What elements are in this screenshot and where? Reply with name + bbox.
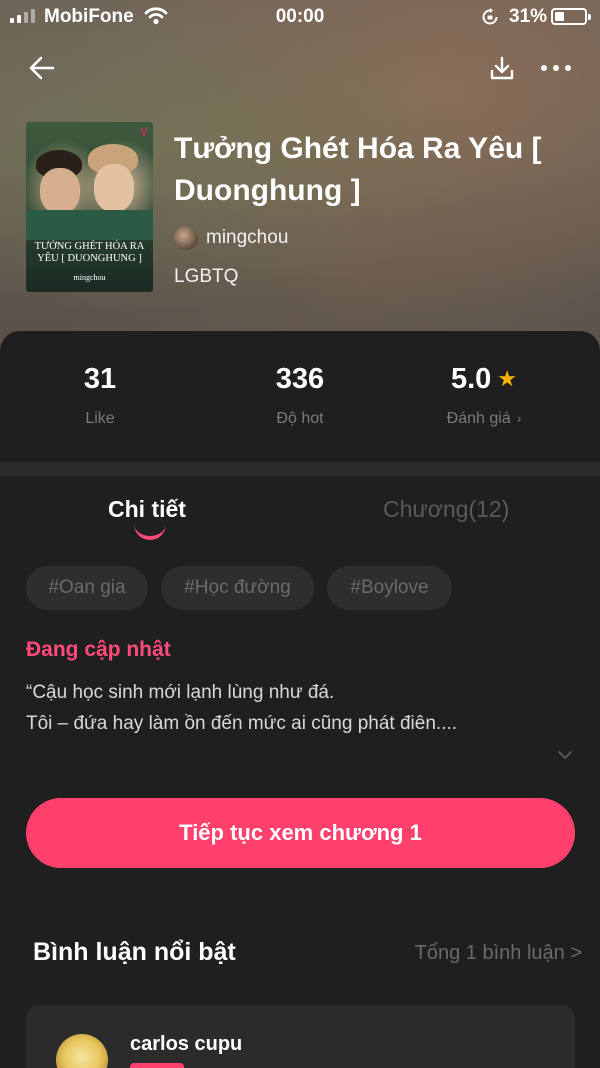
commenter-name[interactable]: carlos cupu xyxy=(130,1033,242,1056)
stat-hot: 336 Độ hot xyxy=(200,362,400,428)
more-horizontal-icon xyxy=(541,65,571,71)
chevron-down-icon xyxy=(558,751,572,759)
author-avatar[interactable] xyxy=(174,226,198,250)
tag-chip[interactable]: #Oan gia xyxy=(26,566,148,610)
chevron-right-icon: › xyxy=(516,410,522,426)
status-bar: MobiFone 00:00 31% xyxy=(0,0,600,34)
update-status: Đang cập nhật xyxy=(26,638,171,661)
comments-total-link[interactable]: Tổng 1 bình luận > xyxy=(415,942,582,965)
publisher-logo-icon: V xyxy=(140,125,149,139)
book-cover[interactable]: V TƯỞNG GHÉT HÓA RA YÊU [ DUONGHUNG ] mi… xyxy=(26,122,153,292)
back-button[interactable] xyxy=(22,50,62,86)
battery-icon xyxy=(551,8,591,25)
genre-label[interactable]: LGBTQ xyxy=(174,266,238,288)
star-icon: ★ xyxy=(497,366,518,391)
hot-count: 336 xyxy=(275,362,325,395)
description-line-2: Tôi – đứa hay làm ồn đến mức ai cũng phá… xyxy=(26,713,458,734)
tab-detail[interactable]: Chi tiết xyxy=(108,496,186,523)
like-label: Like xyxy=(85,410,115,427)
download-button[interactable] xyxy=(482,50,522,86)
section-divider xyxy=(0,462,600,476)
comment-card[interactable] xyxy=(26,1005,575,1068)
tag-chip[interactable]: #Boylove xyxy=(327,566,452,610)
tab-chapters[interactable]: Chương(12) xyxy=(383,496,509,523)
cover-title-line-2: YÊU [ DUONGHUNG ] xyxy=(37,253,142,264)
arrow-left-icon xyxy=(29,56,55,80)
cover-title-line-1: TƯỞNG GHÉT HÓA RA xyxy=(34,241,145,252)
continue-reading-button[interactable]: Tiếp tục xem chương 1 xyxy=(26,798,575,868)
more-options-button[interactable] xyxy=(536,50,576,86)
book-title: Tưởng Ghét Hóa Ra Yêu [ Duonghung ] xyxy=(174,132,542,207)
stat-like: 31 Like xyxy=(0,362,200,428)
comments-title: Bình luận nổi bật xyxy=(33,938,236,966)
book-detail-screen: MobiFone 00:00 31% V TƯỞNG GHÉT HÓA RA Y… xyxy=(0,0,600,1068)
download-icon xyxy=(490,56,514,80)
rating-value: 5.0 xyxy=(450,362,492,395)
like-count: 31 xyxy=(83,362,117,395)
rating-label: Đánh giá xyxy=(446,410,511,427)
cover-author: mingchou xyxy=(73,273,106,282)
battery-percent: 31% xyxy=(509,6,548,27)
expand-description-button[interactable] xyxy=(554,744,576,766)
rotation-lock-icon xyxy=(481,8,501,31)
commenter-badge xyxy=(130,1063,184,1068)
author-name[interactable]: mingchou xyxy=(206,227,288,249)
hot-label: Độ hot xyxy=(276,410,324,427)
tag-chip[interactable]: #Học đường xyxy=(161,566,314,610)
description-line-1: “Cậu học sinh mới lạnh lùng như đá. xyxy=(26,682,335,703)
stat-rating[interactable]: 5.0 ★ Đánh giá › xyxy=(384,362,584,428)
description: “Cậu học sinh mới lạnh lùng như đá. Tôi … xyxy=(26,677,576,739)
